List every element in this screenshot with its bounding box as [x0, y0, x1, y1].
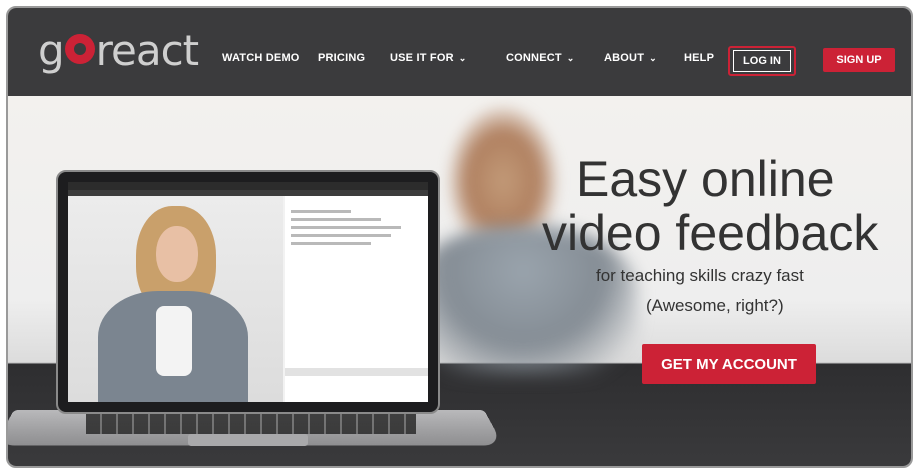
top-navigation: g react WATCH DEMO PRICING USE IT FOR ⌄ CO… — [8, 8, 911, 96]
hero-subtitle-line1: for teaching skills crazy fast — [596, 266, 804, 285]
nav-pricing[interactable]: PRICING — [318, 52, 365, 64]
signup-button[interactable]: SIGN UP — [823, 48, 895, 72]
nav-use-it-for-label: USE IT FOR — [390, 52, 454, 64]
get-my-account-button[interactable]: GET MY ACCOUNT — [642, 344, 816, 384]
comments-panel — [285, 196, 428, 402]
laptop-image — [56, 170, 440, 414]
nav-use-it-for[interactable]: USE IT FOR ⌄ — [390, 52, 466, 64]
laptop-trackpad — [188, 434, 308, 446]
login-button-label: LOG IN — [733, 50, 791, 72]
video-preview — [68, 196, 283, 402]
nav-connect-label: CONNECT — [506, 52, 562, 64]
chevron-down-icon: ⌄ — [458, 53, 467, 63]
logo-o-icon — [64, 34, 95, 64]
laptop-keyboard — [86, 414, 416, 434]
nav-watch-demo[interactable]: WATCH DEMO — [222, 52, 300, 64]
hero-subtitle-line2: (Awesome, right?) — [646, 296, 784, 315]
nav-about-label: ABOUT — [604, 52, 645, 64]
nav-about[interactable]: ABOUT ⌄ — [604, 52, 657, 64]
hero-headline-line1: Easy online — [576, 151, 835, 207]
browser-frame: g react WATCH DEMO PRICING USE IT FOR ⌄ CO… — [6, 6, 913, 468]
hero-section: Easy online video feedback for teaching … — [8, 96, 911, 466]
goreact-logo[interactable]: g react — [38, 26, 199, 75]
login-button[interactable]: LOG IN — [728, 46, 796, 76]
chevron-down-icon: ⌄ — [649, 53, 657, 63]
nav-connect[interactable]: CONNECT ⌄ — [506, 52, 575, 64]
logo-text-post: react — [95, 26, 199, 75]
logo-text-pre: g — [38, 26, 65, 75]
hero-headline-line2: video feedback — [542, 205, 879, 261]
laptop-screen — [68, 182, 428, 402]
chevron-down-icon: ⌄ — [566, 53, 575, 63]
nav-help[interactable]: HELP — [684, 52, 714, 64]
